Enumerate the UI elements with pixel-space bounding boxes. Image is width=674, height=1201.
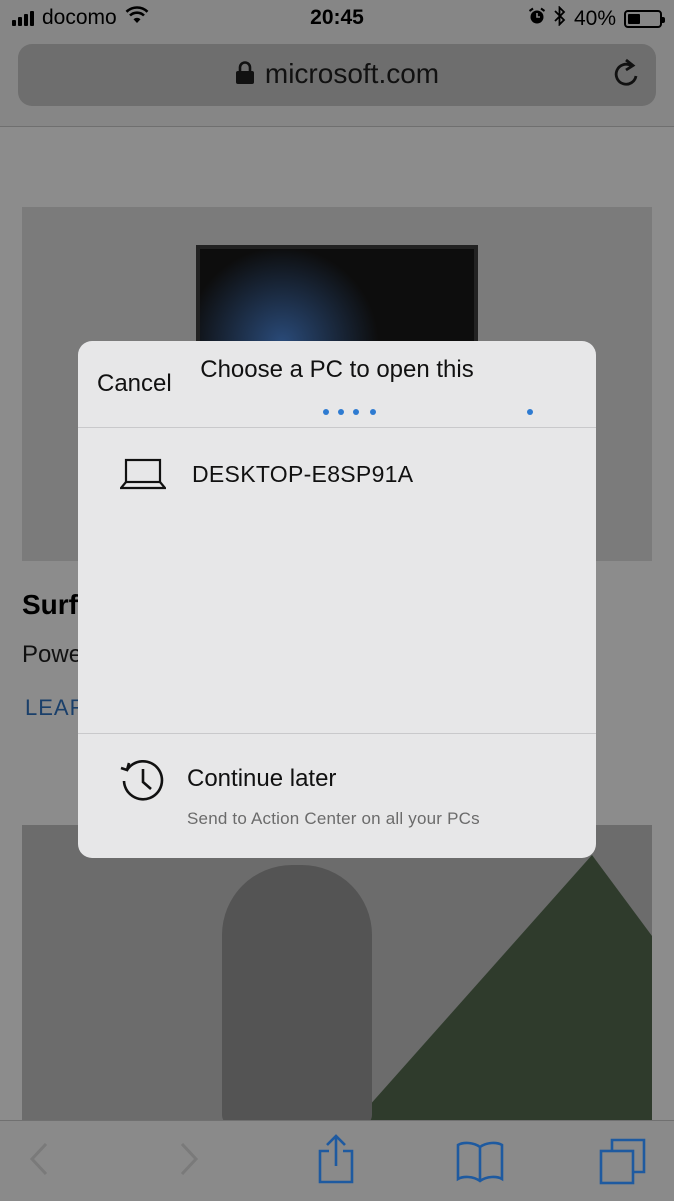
product-title: Surf	[22, 589, 78, 620]
tabs-icon[interactable]	[598, 1137, 648, 1190]
browser-toolbar	[0, 1120, 674, 1201]
loading-dot	[527, 409, 533, 415]
dialog-header: Cancel Choose a PC to open this	[78, 341, 596, 428]
battery-percent: 40%	[573, 7, 616, 30]
mixed-reality-image	[22, 825, 652, 1120]
reload-icon[interactable]	[612, 58, 642, 95]
lock-icon	[235, 60, 255, 92]
bluetooth-icon	[554, 5, 566, 32]
browser-chrome: docomo 20:45 40% microsoft.com	[0, 0, 674, 127]
alarm-icon	[528, 7, 546, 31]
battery-icon	[624, 10, 665, 28]
back-icon[interactable]	[26, 1139, 52, 1184]
person-shape	[222, 865, 372, 1120]
forward-icon[interactable]	[176, 1139, 202, 1184]
device-name: DESKTOP-E8SP91A	[192, 461, 414, 487]
choose-pc-dialog: Cancel Choose a PC to open this DESKTOP-…	[78, 341, 596, 858]
dialog-title: Choose a PC to open this	[200, 356, 474, 383]
share-icon[interactable]	[316, 1133, 356, 1190]
loading-dot	[353, 409, 359, 415]
device-item[interactable]: DESKTOP-E8SP91A	[78, 428, 596, 508]
battery-level-fill	[628, 14, 640, 24]
continue-later-label: Continue later	[187, 765, 337, 792]
address-domain: microsoft.com	[264, 58, 440, 89]
laptop-icon	[118, 458, 168, 495]
product-subtitle: Powe	[22, 641, 83, 668]
cancel-button[interactable]: Cancel	[97, 370, 172, 398]
mountain-shape	[352, 855, 652, 1120]
address-bar[interactable]: microsoft.com	[18, 44, 656, 106]
status-bar: docomo 20:45 40%	[0, 0, 674, 38]
continue-later-option[interactable]: Continue later Send to Action Center on …	[78, 734, 596, 858]
continue-later-description: Send to Action Center on all your PCs	[187, 809, 480, 828]
loading-dot	[338, 409, 344, 415]
bookmarks-icon[interactable]	[455, 1139, 505, 1188]
loading-dot	[323, 409, 329, 415]
loading-dot	[370, 409, 376, 415]
history-icon	[118, 756, 168, 811]
